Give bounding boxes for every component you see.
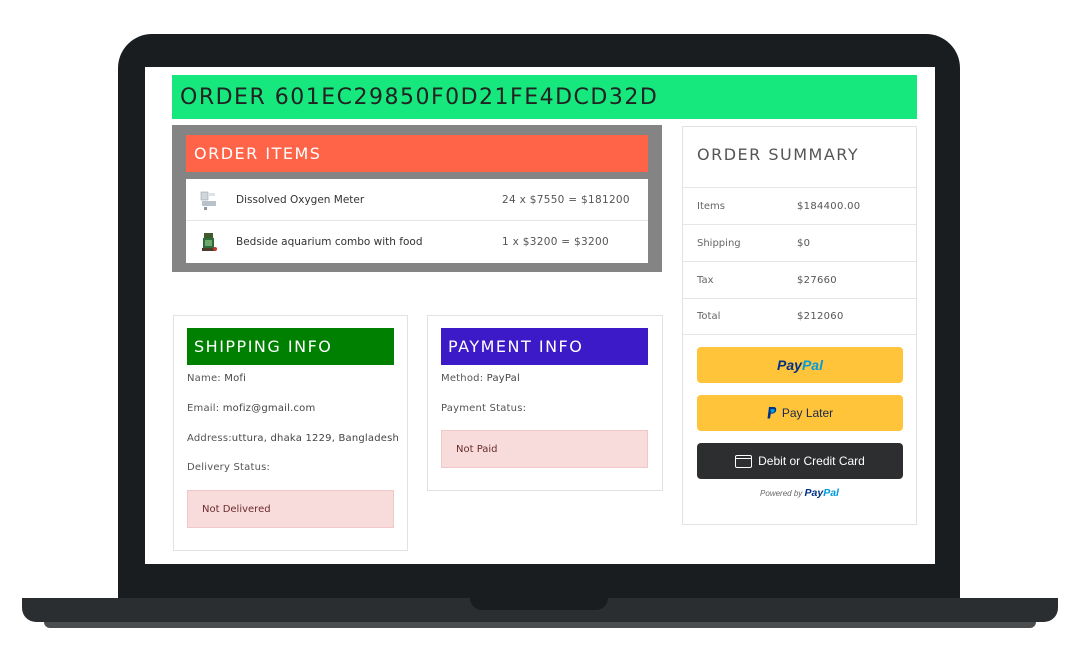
- paypal-button[interactable]: PayPal: [697, 347, 903, 383]
- payment-info-card: PAYMENT INFO Method: PayPal Payment Stat…: [427, 315, 663, 491]
- meter-thumbnail-icon[interactable]: [200, 189, 218, 211]
- shipping-address-label: Address:: [187, 433, 232, 444]
- paypal-logo-small: PayPal: [804, 487, 839, 499]
- summary-label: Items: [697, 200, 725, 212]
- order-items-panel: ORDER ITEMS Dissolved Oxygen Meter 24 x …: [172, 125, 662, 272]
- paypal-logo: PayPal: [777, 357, 823, 373]
- shipping-address-line: Address:uttura, dhaka 1229, Bangladesh: [187, 433, 399, 444]
- shipping-name-label: Name:: [187, 373, 221, 384]
- order-item-row: Dissolved Oxygen Meter 24 x $7550 = $181…: [186, 179, 648, 221]
- laptop-notch: [470, 598, 608, 610]
- payment-status-label: Payment Status:: [441, 403, 527, 414]
- debit-credit-card-label: Debit or Credit Card: [758, 454, 865, 468]
- laptop-screen: ORDER 601EC29850F0D21FE4DCD32D ORDER ITE…: [145, 67, 935, 564]
- shipping-name-value: Mofi: [224, 373, 247, 384]
- order-summary-rows: Items $184400.00 Shipping $0 Tax $27660 …: [683, 187, 916, 335]
- summary-row-total: Total $212060: [683, 298, 916, 335]
- order-title: ORDER 601EC29850F0D21FE4DCD32D: [172, 75, 917, 119]
- summary-label: Tax: [697, 274, 714, 286]
- shipping-info-header: SHIPPING INFO: [187, 328, 394, 365]
- powered-by-paypal: Powered by PayPal: [683, 487, 916, 499]
- powered-by-label: Powered by: [760, 489, 803, 498]
- shipping-email-link[interactable]: mofiz@gmail.com: [223, 403, 316, 414]
- payment-status-alert: Not Paid: [441, 430, 648, 468]
- shipping-name-line: Name: Mofi: [187, 373, 246, 384]
- shipping-email-line: Email: mofiz@gmail.com: [187, 403, 315, 414]
- summary-value: $0: [797, 237, 811, 249]
- order-item-calc: 24 x $7550 = $181200: [502, 193, 630, 206]
- laptop-base-edge: [44, 622, 1036, 628]
- payment-method-label: Method:: [441, 373, 484, 384]
- delivery-status-label: Delivery Status:: [187, 462, 271, 473]
- payment-info-header: PAYMENT INFO: [441, 328, 648, 365]
- delivery-status-alert: Not Delivered: [187, 490, 394, 528]
- debit-credit-card-button[interactable]: Debit or Credit Card: [697, 443, 903, 479]
- summary-row-items: Items $184400.00: [683, 187, 916, 224]
- payment-method-value: PayPal: [486, 373, 520, 384]
- paypal-p-icon: [767, 407, 777, 419]
- aquarium-thumbnail-icon[interactable]: [200, 231, 218, 253]
- order-summary-title: ORDER SUMMARY: [697, 145, 860, 164]
- order-items-header: ORDER ITEMS: [186, 135, 648, 172]
- summary-value: $212060: [797, 311, 844, 322]
- summary-value: $27660: [797, 274, 837, 286]
- shipping-address-value: uttura, dhaka 1229, Bangladesh: [231, 433, 400, 444]
- pay-later-button[interactable]: Pay Later: [697, 395, 903, 431]
- order-item-link[interactable]: Bedside aquarium combo with food: [236, 236, 502, 248]
- payment-method-line: Method: PayPal: [441, 373, 520, 384]
- pay-later-label: Pay Later: [781, 406, 834, 420]
- shipping-email-label: Email:: [187, 403, 220, 414]
- summary-value: $184400.00: [797, 200, 861, 212]
- summary-label: Shipping: [697, 237, 741, 249]
- credit-card-icon: [735, 454, 753, 468]
- summary-row-shipping: Shipping $0: [683, 224, 916, 261]
- order-item-link[interactable]: Dissolved Oxygen Meter: [236, 194, 502, 206]
- summary-label: Total: [697, 311, 721, 322]
- summary-row-tax: Tax $27660: [683, 261, 916, 298]
- order-item-row: Bedside aquarium combo with food 1 x $32…: [186, 221, 648, 263]
- order-items-list: Dissolved Oxygen Meter 24 x $7550 = $181…: [186, 179, 648, 263]
- order-summary-card: ORDER SUMMARY Items $184400.00 Shipping …: [682, 126, 917, 525]
- shipping-info-card: SHIPPING INFO Name: Mofi Email: mofiz@gm…: [173, 315, 408, 551]
- order-item-calc: 1 x $3200 = $3200: [502, 236, 609, 248]
